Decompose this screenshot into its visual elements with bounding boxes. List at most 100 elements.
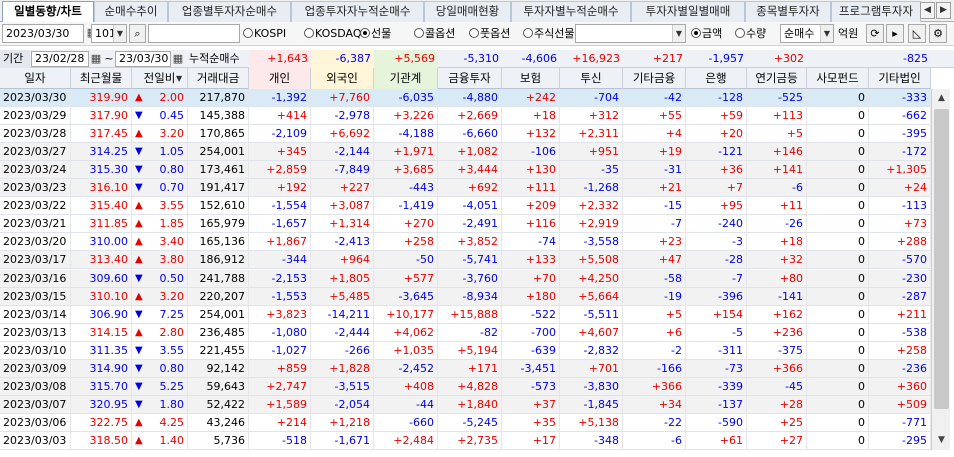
table-cell: -1,554 bbox=[249, 197, 311, 216]
column-header[interactable]: 최근월물 bbox=[71, 68, 132, 89]
tab-scroll-right-button[interactable]: ▶ bbox=[936, 2, 951, 19]
calendar-icon[interactable]: ▦ bbox=[171, 51, 185, 67]
table-row[interactable]: 2023/03/14 306.90 7.25 ▼ 254,001 +3,823 -14,21… bbox=[0, 305, 931, 324]
table-row[interactable]: 2023/03/13 314.15 2.80 ▲ 236,485 -1,080 -2,444… bbox=[0, 323, 931, 342]
table-cell: +366 bbox=[623, 377, 686, 396]
table-cell: +2,919 bbox=[560, 215, 623, 234]
table-cell: +1,840 bbox=[438, 395, 502, 414]
table-cell: -704 bbox=[560, 89, 623, 107]
table-cell: 5,736 bbox=[188, 431, 249, 450]
mode-select[interactable]: 순매수 ▼ bbox=[780, 24, 834, 43]
table-cell: -6,035 bbox=[374, 89, 438, 107]
sort-dropdown-icon[interactable]: ▼ bbox=[176, 68, 182, 89]
tab-scroll-left-button[interactable]: ◀ bbox=[920, 2, 935, 19]
table-cell: -2,491 bbox=[438, 215, 502, 234]
column-header[interactable]: 사모펀드 bbox=[807, 68, 869, 89]
table-cell: -3,451 bbox=[502, 359, 560, 378]
table-row[interactable]: 2023/03/24 315.30 0.80 ▼ 173,461 +2,859 -7,849… bbox=[0, 161, 931, 180]
code-field[interactable]: 101 ▼ bbox=[91, 24, 127, 43]
table-row[interactable]: 2023/03/30 319.90 2.00 ▲ 217,870 -1,392 +7,760… bbox=[0, 89, 931, 107]
calendar-icon[interactable]: ▦ bbox=[89, 51, 103, 67]
table-row[interactable]: 2023/03/10 311.35 3.55 ▼ 221,455 -1,027 -266 +1… bbox=[0, 341, 931, 360]
period-from-field[interactable]: 23/02/28 bbox=[31, 51, 89, 67]
column-header[interactable]: 투신 bbox=[560, 68, 623, 89]
weekly-option-select[interactable]: ▼ bbox=[575, 24, 686, 43]
column-header[interactable]: 보험 bbox=[502, 68, 560, 89]
column-header[interactable]: 은행 bbox=[686, 68, 747, 89]
tab-6[interactable]: 투자자별일별매매 bbox=[631, 1, 745, 22]
column-header[interactable]: 기관계 bbox=[374, 68, 438, 89]
column-header[interactable]: 거래대금 bbox=[188, 68, 249, 89]
table-row[interactable]: 2023/03/23 316.10 0.70 ▼ 191,417 +192 +227 -443… bbox=[0, 179, 931, 198]
chevron-down-icon[interactable]: ▼ bbox=[820, 25, 833, 42]
date-field[interactable]: 2023/03/30 bbox=[2, 24, 84, 43]
table-row[interactable]: 2023/03/28 317.45 3.20 ▲ 170,865 -2,109 +6,692… bbox=[0, 125, 931, 144]
column-header[interactable]: 외국인 bbox=[311, 68, 374, 89]
table-cell: 0 bbox=[807, 359, 869, 378]
period-to-field[interactable]: 23/03/30 bbox=[115, 51, 171, 67]
tab-8[interactable]: 프로그램투자자 bbox=[831, 1, 921, 22]
value-type-radio-0[interactable]: 금액 bbox=[691, 27, 722, 41]
column-header[interactable]: 기타금융 bbox=[623, 68, 686, 89]
table-row[interactable]: 2023/03/27 314.25 1.05 ▼ 254,001 +345 -2,144 +1… bbox=[0, 143, 931, 162]
table-row[interactable]: 2023/03/07 320.95 1.80 ▼ 52,422 +1,589 -2,054-… bbox=[0, 395, 931, 414]
table-cell: -5,245 bbox=[438, 413, 502, 432]
market-radio-2[interactable]: 선물 bbox=[360, 27, 391, 41]
table-cell: 2023/03/27 bbox=[0, 143, 71, 162]
search-input[interactable] bbox=[148, 24, 240, 43]
table-cell: +3,444 bbox=[438, 161, 502, 180]
table-row[interactable]: 2023/03/17 313.40 3.80 ▲ 186,912 -344 +964 -50-… bbox=[0, 251, 931, 270]
table-row[interactable]: 2023/03/03 318.50 1.40 ▲ 5,736 -518 -1,671 +2,4… bbox=[0, 431, 931, 450]
table-cell: -3,830 bbox=[560, 377, 623, 396]
chevron-down-icon[interactable]: ▼ bbox=[672, 25, 685, 42]
table-cell: +1,589 bbox=[249, 395, 311, 414]
table-cell: -344 bbox=[249, 251, 311, 270]
market-radio-1[interactable]: KOSDAQ bbox=[304, 27, 362, 41]
table-row[interactable]: 2023/03/15 310.10 3.20 ▲ 220,207 -1,553 +5,485… bbox=[0, 287, 931, 306]
market-radio-3[interactable]: 콜옵션 bbox=[414, 27, 455, 41]
tab-7[interactable]: 종목별투자자 bbox=[745, 1, 831, 22]
market-radio-0[interactable]: KOSPI bbox=[243, 27, 286, 41]
tab-4[interactable]: 당일매매현황 bbox=[424, 1, 511, 22]
tab-2[interactable]: 업종별투자자순매수 bbox=[168, 1, 291, 22]
settings-button[interactable]: ⚙ bbox=[929, 24, 947, 43]
table-row[interactable]: 2023/03/09 314.90 0.80 ▼ 92,142 +859 +1,828 -2,… bbox=[0, 359, 931, 378]
tab-3[interactable]: 업종투자자누적순매수 bbox=[291, 1, 424, 22]
column-header[interactable]: 기타법인 bbox=[869, 68, 931, 89]
tab-5[interactable]: 투자자별누적순매수 bbox=[511, 1, 631, 22]
table-cell: 2023/03/06 bbox=[0, 413, 71, 432]
tab-1[interactable]: 순매수추이 bbox=[94, 1, 168, 22]
table-row[interactable]: 2023/03/22 315.40 3.55 ▲ 152,610 -1,554 +3,087… bbox=[0, 197, 931, 216]
search-button[interactable]: ⌕ bbox=[129, 24, 146, 43]
table-cell: 2023/03/07 bbox=[0, 395, 71, 414]
next-button[interactable]: ▸ bbox=[886, 24, 904, 43]
column-header[interactable]: 일자 bbox=[0, 68, 71, 89]
scroll-thumb[interactable] bbox=[934, 109, 949, 409]
table-row[interactable]: 2023/03/16 309.60 0.50 ▼ 241,788 -2,153 +1,805… bbox=[0, 269, 931, 288]
value-type-radio-1[interactable]: 수량 bbox=[735, 27, 766, 41]
unit-label: 억원 bbox=[838, 27, 859, 40]
market-radio-4[interactable]: 풋옵션 bbox=[469, 27, 510, 41]
triangle-down-icon: ▼ bbox=[135, 362, 143, 374]
column-header[interactable]: 연기금등 bbox=[747, 68, 807, 89]
table-cell: +1,867 bbox=[249, 233, 311, 252]
refresh-button[interactable]: ⟳ bbox=[866, 24, 884, 43]
table-cell: 0 bbox=[807, 215, 869, 234]
table-row[interactable]: 2023/03/21 311.85 1.85 ▲ 165,979 -1,657 +1,314… bbox=[0, 215, 931, 234]
market-radio-5[interactable]: 주식선물 bbox=[523, 27, 574, 41]
column-header[interactable]: 개인 bbox=[249, 68, 311, 89]
column-header[interactable]: 금융투자 bbox=[438, 68, 502, 89]
table-cell: -3 bbox=[686, 233, 747, 252]
table-cell: 2023/03/22 bbox=[0, 197, 71, 216]
table-row[interactable]: 2023/03/29 317.90 0.45 ▼ 145,388 +414 -2,978 +3… bbox=[0, 107, 931, 126]
chevron-down-icon[interactable]: ▼ bbox=[933, 432, 950, 449]
chevron-down-icon[interactable]: ▼ bbox=[113, 25, 126, 42]
chart-button[interactable]: ◺ bbox=[908, 24, 926, 43]
chevron-up-icon[interactable]: ▲ bbox=[933, 90, 950, 107]
table-cell: -348 bbox=[560, 431, 623, 450]
vertical-scrollbar[interactable]: ▲ ▼ bbox=[931, 89, 950, 450]
table-row[interactable]: 2023/03/20 310.00 3.40 ▲ 165,136 +1,867 -2,413… bbox=[0, 233, 931, 252]
table-row[interactable]: 2023/03/06 322.75 4.25 ▲ 43,246 +214 +1,218 -66… bbox=[0, 413, 931, 432]
tab-0[interactable]: 일별동향/차트 bbox=[2, 1, 94, 23]
table-row[interactable]: 2023/03/08 315.70 5.25 ▼ 59,643 +2,747 -3,515 +… bbox=[0, 377, 931, 396]
